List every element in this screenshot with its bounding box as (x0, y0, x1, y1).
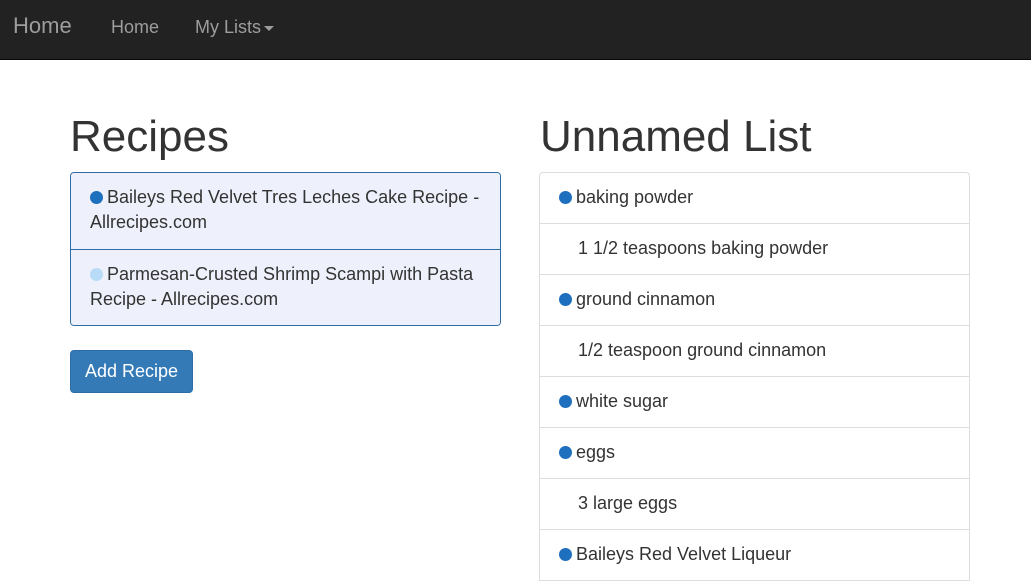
add-recipe-button[interactable]: Add Recipe (70, 350, 193, 393)
ingredient-row[interactable]: ground cinnamon (540, 275, 969, 326)
recipe-item-0[interactable]: Baileys Red Velvet Tres Leches Cake Reci… (71, 173, 500, 249)
nav-my-lists-label: My Lists (195, 17, 262, 37)
recipe-label: Parmesan-Crusted Shrimp Scampi with Past… (90, 264, 474, 309)
bullet-dot-icon (559, 191, 572, 204)
ingredient-text: baking powder (576, 187, 694, 207)
ingredient-detail-row[interactable]: 3 large eggs (540, 479, 969, 530)
ingredient-text: Baileys Red Velvet Liqueur (576, 544, 792, 564)
list-heading: Unnamed List (540, 112, 812, 161)
recipe-color-dot-icon (90, 268, 103, 281)
nav-my-lists-dropdown[interactable]: My Lists (195, 17, 275, 38)
navbar-brand[interactable]: Home (13, 13, 72, 39)
recipes-list: Baileys Red Velvet Tres Leches Cake Reci… (70, 172, 501, 326)
recipes-heading: Recipes (70, 112, 229, 161)
navbar: Home Home My Lists (0, 0, 1031, 60)
ingredient-text: eggs (576, 442, 616, 462)
ingredient-row[interactable]: eggs (540, 428, 969, 479)
ingredient-detail-row[interactable]: 1 1/2 teaspoons baking powder (540, 224, 969, 275)
recipe-color-dot-icon (90, 191, 103, 204)
ingredient-text: white sugar (576, 391, 669, 411)
ingredient-row[interactable]: white sugar (540, 377, 969, 428)
ingredients-list: baking powder 1 1/2 teaspoons baking powd… (539, 172, 970, 581)
ingredient-text: ground cinnamon (576, 289, 716, 309)
caret-down-icon (264, 25, 275, 31)
ingredient-detail-row[interactable]: 1/2 teaspoon ground cinnamon (540, 326, 969, 377)
ingredient-row[interactable]: baking powder (540, 173, 969, 224)
nav-home-link[interactable]: Home (111, 17, 159, 38)
recipe-item-1[interactable]: Parmesan-Crusted Shrimp Scampi with Past… (71, 249, 500, 325)
ingredient-text: 3 large eggs (578, 493, 678, 513)
ingredient-row[interactable]: Baileys Red Velvet Liqueur (540, 530, 969, 581)
bullet-dot-icon (559, 293, 572, 306)
ingredient-text: 1 1/2 teaspoons baking powder (578, 238, 829, 258)
bullet-dot-icon (559, 395, 572, 408)
recipe-label: Baileys Red Velvet Tres Leches Cake Reci… (90, 187, 480, 232)
bullet-dot-icon (559, 446, 572, 459)
ingredient-text: 1/2 teaspoon ground cinnamon (578, 340, 827, 360)
bullet-dot-icon (559, 548, 572, 561)
